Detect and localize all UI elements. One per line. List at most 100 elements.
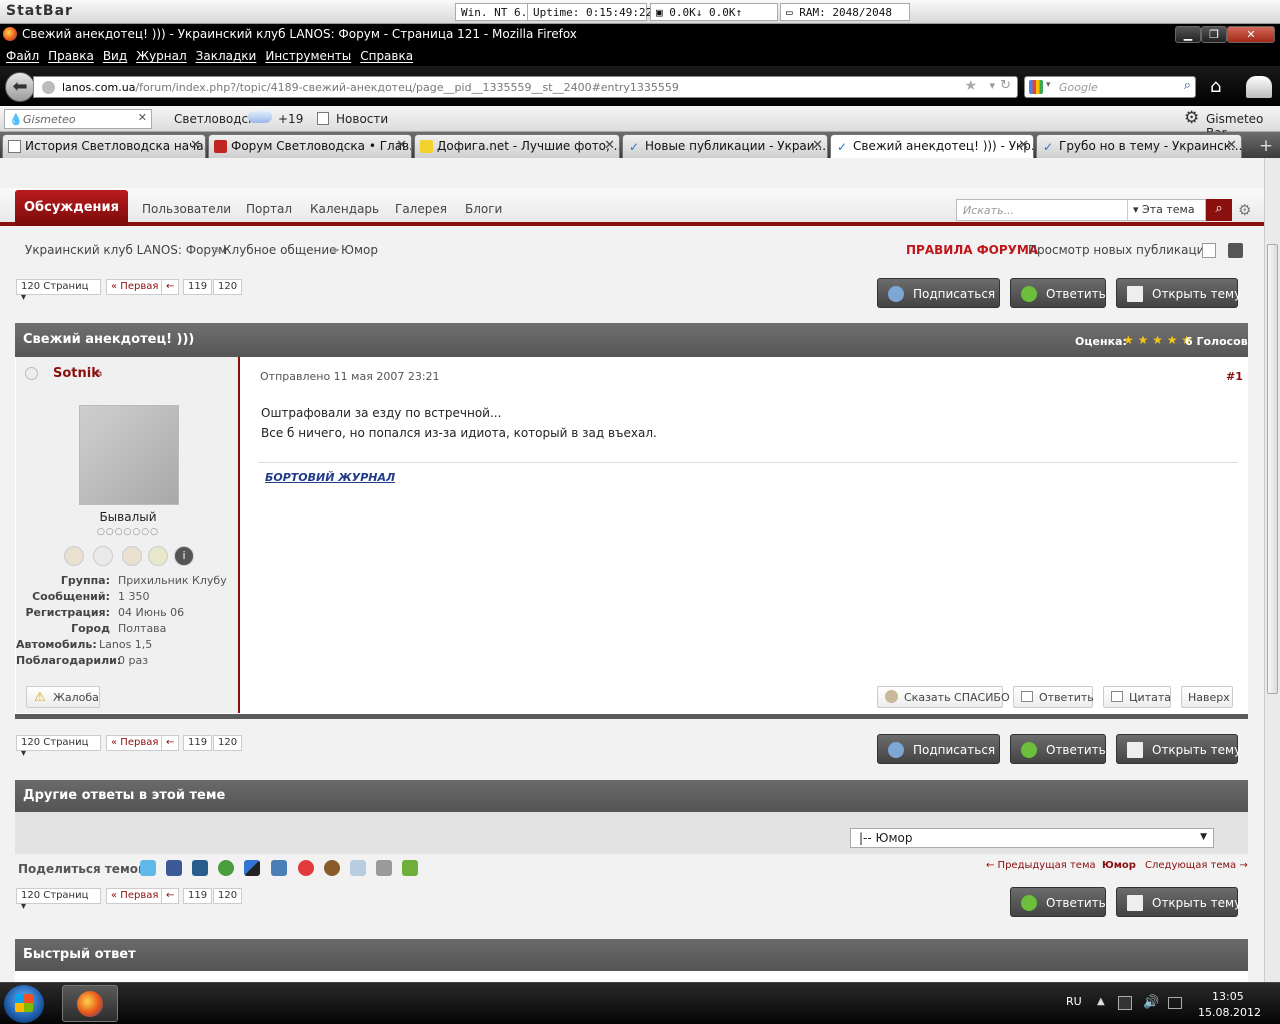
clock-date[interactable]: 15.08.2012 xyxy=(1198,1006,1261,1019)
subscribe-button[interactable]: Подписаться xyxy=(877,278,1000,308)
pager-page-120[interactable]: 120 xyxy=(213,279,243,295)
back-button[interactable]: ⬅ xyxy=(5,72,35,102)
forum-nav-portal[interactable]: Портал xyxy=(246,202,292,216)
forum-nav-users[interactable]: Пользователи xyxy=(142,202,231,216)
gismeteo-news[interactable]: Новости xyxy=(336,112,388,126)
close-tab-icon[interactable]: ✕ xyxy=(1226,138,1237,153)
profile-icon[interactable] xyxy=(122,546,142,566)
download-icon[interactable] xyxy=(402,860,418,876)
clock-time[interactable]: 13:05 xyxy=(1212,990,1244,1003)
home-icon[interactable]: ⌂ xyxy=(1210,76,1221,97)
menu-tools[interactable]: Инструменты xyxy=(265,49,351,63)
tab-forum-svetlovodsk[interactable]: Форум Светловодска • Глав... ✕ xyxy=(208,134,412,158)
forum-jump-select[interactable]: |-- Юмор ▼ xyxy=(850,828,1214,848)
start-button[interactable] xyxy=(4,985,44,1023)
buzz-icon[interactable] xyxy=(218,860,234,876)
reply-button[interactable]: Ответить xyxy=(1010,734,1106,764)
close-tab-icon[interactable]: ✕ xyxy=(396,138,407,153)
close-tab-icon[interactable]: ✕ xyxy=(1018,138,1029,153)
profile-popup-icon[interactable]: ⧉ xyxy=(96,369,102,379)
menu-bookmarks[interactable]: Закладки xyxy=(196,49,257,63)
forum-nav-calendar[interactable]: Календарь xyxy=(310,202,379,216)
vertical-scrollbar[interactable] xyxy=(1264,158,1280,982)
close-tab-icon[interactable]: ✕ xyxy=(190,138,201,153)
breadcrumb-club[interactable]: Клубное общение xyxy=(223,243,337,257)
menu-view[interactable]: Вид xyxy=(103,49,127,63)
reload-icon[interactable]: ↻ xyxy=(1000,78,1011,93)
menu-edit[interactable]: Правка xyxy=(48,49,94,63)
menu-file[interactable]: Файл xyxy=(6,49,39,63)
info-icon[interactable]: i xyxy=(174,546,194,566)
settings-gear-icon[interactable]: ⚙ xyxy=(1238,201,1251,219)
pager-first[interactable]: « Первая xyxy=(106,888,164,904)
minimize-button[interactable]: ▁ xyxy=(1175,26,1201,43)
forum-nav-gallery[interactable]: Галерея xyxy=(395,202,447,216)
digg-icon[interactable] xyxy=(192,860,208,876)
volume-icon[interactable]: 🔊 xyxy=(1143,995,1159,1010)
clear-input-icon[interactable]: ✕ xyxy=(138,111,147,124)
print-icon[interactable] xyxy=(376,860,392,876)
forum-nav-blogs[interactable]: Блоги xyxy=(465,202,502,216)
web-search-box[interactable]: ▾ Google ⌕ xyxy=(1024,76,1196,98)
maximize-button[interactable]: ❐ xyxy=(1201,26,1227,43)
post-number-link[interactable]: #1 xyxy=(1226,370,1243,383)
close-window-button[interactable]: ✕ xyxy=(1227,26,1275,43)
new-tab-icon[interactable]: + xyxy=(1256,136,1276,156)
menu-history[interactable]: Журнал xyxy=(136,49,187,63)
breadcrumb-humor[interactable]: Юмор xyxy=(341,243,378,257)
pager-prev[interactable]: ← xyxy=(161,735,180,751)
twitter-icon[interactable] xyxy=(140,860,156,876)
edit-icon[interactable] xyxy=(148,546,168,566)
tab-grubo[interactable]: ✓ Грубо но в тему - Украинск... ✕ xyxy=(1036,134,1242,158)
add-friend-icon[interactable] xyxy=(64,546,84,566)
author-name[interactable]: Sotnik xyxy=(53,366,100,381)
url-bar[interactable]: lanos.com.ua/forum/index.php?/topic/4189… xyxy=(33,76,1018,98)
reply-button[interactable]: Ответить xyxy=(1010,278,1106,308)
pager-page-120[interactable]: 120 xyxy=(213,735,243,751)
site-identity-icon[interactable] xyxy=(42,81,55,94)
pager-page-119[interactable]: 119 xyxy=(183,279,213,295)
view-new-posts-link[interactable]: Просмотр новых публикаций xyxy=(1028,243,1212,257)
back-to-top-button[interactable]: Наверх xyxy=(1181,686,1233,708)
show-desktop-flag-icon[interactable] xyxy=(1168,997,1182,1009)
pager-prev[interactable]: ← xyxy=(161,888,180,904)
tray-expand-icon[interactable]: ▲ xyxy=(1097,996,1105,1007)
menu-help[interactable]: Справка xyxy=(360,49,413,63)
taskbar-firefox-button[interactable] xyxy=(62,985,118,1022)
reply-button[interactable]: Ответить xyxy=(1010,887,1106,917)
rss-icon[interactable] xyxy=(1228,243,1243,258)
history-dropdown-icon[interactable]: ▾ xyxy=(989,79,995,92)
gismeteo-temp[interactable]: +19 xyxy=(278,112,303,126)
gismeteo-search-input[interactable]: 💧 Gismeteo ✕ xyxy=(4,109,152,129)
breadcrumb-home[interactable]: Украинский клуб LANOS: Форум xyxy=(25,243,227,257)
new-posts-icon[interactable] xyxy=(1202,243,1216,258)
pager-page-119[interactable]: 119 xyxy=(183,888,213,904)
close-tab-icon[interactable]: ✕ xyxy=(604,138,615,153)
pager-first[interactable]: « Первая xyxy=(106,735,164,751)
open-topic-button[interactable]: Открыть тему xyxy=(1116,887,1241,917)
avatar[interactable] xyxy=(79,405,179,505)
signature-link[interactable]: БОРТОВИЙ ЖУРНАЛ xyxy=(265,471,395,484)
next-topic-link[interactable]: Следующая тема → xyxy=(1145,860,1248,871)
pages-dropdown[interactable]: 120 Страниц ▾ xyxy=(16,279,101,303)
google-engine-icon[interactable] xyxy=(1029,80,1043,94)
search-button[interactable]: ⌕ xyxy=(1206,199,1232,221)
scrollbar-thumb[interactable] xyxy=(1267,244,1278,694)
report-button[interactable]: ⚠ Жалоба xyxy=(26,686,100,708)
pager-first[interactable]: « Первая xyxy=(106,279,164,295)
open-topic-button[interactable]: Открыть тему xyxy=(1116,278,1241,308)
rating-stars-icon[interactable]: ★ ★ ★ ★ ★ xyxy=(1123,333,1192,347)
delicious-icon[interactable] xyxy=(244,860,260,876)
pages-dropdown[interactable]: 120 Страниц ▾ xyxy=(16,735,101,759)
pager-page-120[interactable]: 120 xyxy=(213,888,243,904)
bookmark-star-icon[interactable]: ★ xyxy=(964,78,977,94)
facebook-icon[interactable] xyxy=(166,860,182,876)
post-reply-button[interactable]: Ответить xyxy=(1013,686,1094,708)
open-topic-button[interactable]: Открыть тему xyxy=(1116,734,1241,764)
tab-new-posts[interactable]: ✓ Новые публикации - Украи... ✕ xyxy=(622,134,828,158)
weather-widget-icon[interactable] xyxy=(1246,76,1272,98)
tab-active-anekdot[interactable]: ✓ Свежий анекдотец! ))) - Укр... ✕ xyxy=(830,134,1034,159)
language-indicator[interactable]: RU xyxy=(1066,995,1082,1008)
pager-page-119[interactable]: 119 xyxy=(183,735,213,751)
quote-button[interactable]: Цитата xyxy=(1103,686,1171,708)
